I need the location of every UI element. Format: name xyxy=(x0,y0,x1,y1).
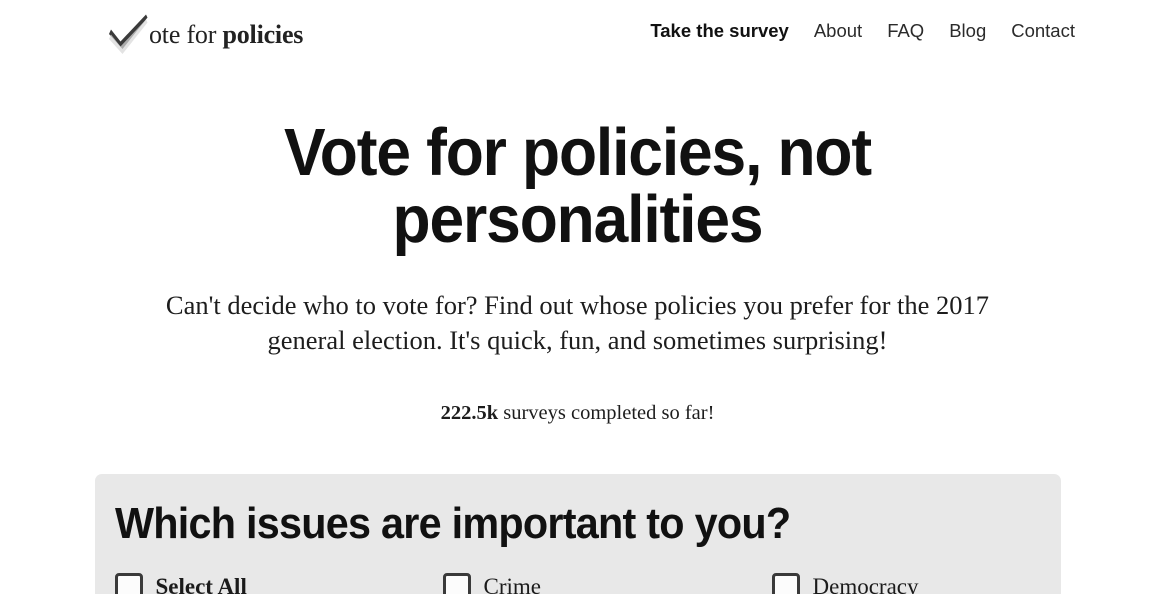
brand-text-bold: policies xyxy=(222,20,304,49)
brand-logo-link[interactable]: ote for policies xyxy=(106,8,303,56)
surveys-completed-counter: 222.5k surveys completed so far! xyxy=(76,403,1079,424)
surveys-completed-value: 222.5k xyxy=(440,402,499,424)
nav-item-about[interactable]: About xyxy=(814,21,862,41)
issue-label: Crime xyxy=(483,573,542,594)
issue-label: Select All xyxy=(155,573,247,594)
issue-label: Democracy xyxy=(812,573,919,594)
issue-checkbox-select-all[interactable]: Select All xyxy=(114,572,443,594)
issue-checkbox-democracy[interactable]: Democracy xyxy=(771,572,1041,594)
issue-checkbox-crime[interactable]: Crime xyxy=(442,572,772,594)
page-title: Vote for policies, not personalities xyxy=(283,115,872,257)
brand-text-regular: ote for xyxy=(149,20,223,49)
site-header: ote for policies Take the survey About F… xyxy=(0,0,1155,62)
checkmark-logo-icon xyxy=(106,9,152,55)
main-navigation: Take the survey About FAQ Blog Contact xyxy=(650,6,1075,41)
checkbox-box-icon[interactable] xyxy=(442,572,471,594)
hero-section: Vote for policies, not personalities Can… xyxy=(0,119,1155,424)
brand-wordmark: ote for policies xyxy=(149,16,303,48)
surveys-completed-suffix: surveys completed so far! xyxy=(498,402,715,424)
hero-subtitle: Can't decide who to vote for? Find out w… xyxy=(165,290,990,355)
issues-panel-title: Which issues are important to you? xyxy=(114,498,791,548)
checkbox-box-icon[interactable] xyxy=(114,572,143,594)
nav-item-blog[interactable]: Blog xyxy=(949,21,986,41)
issues-checkbox-grid: Select All Crime Democracy Economy Educa… xyxy=(114,572,1041,594)
checkbox-box-icon[interactable] xyxy=(771,572,800,594)
nav-item-faq[interactable]: FAQ xyxy=(887,21,924,41)
issues-panel: Which issues are important to you? Selec… xyxy=(94,473,1061,594)
nav-item-take-the-survey[interactable]: Take the survey xyxy=(650,21,788,41)
nav-item-contact[interactable]: Contact xyxy=(1011,21,1075,41)
